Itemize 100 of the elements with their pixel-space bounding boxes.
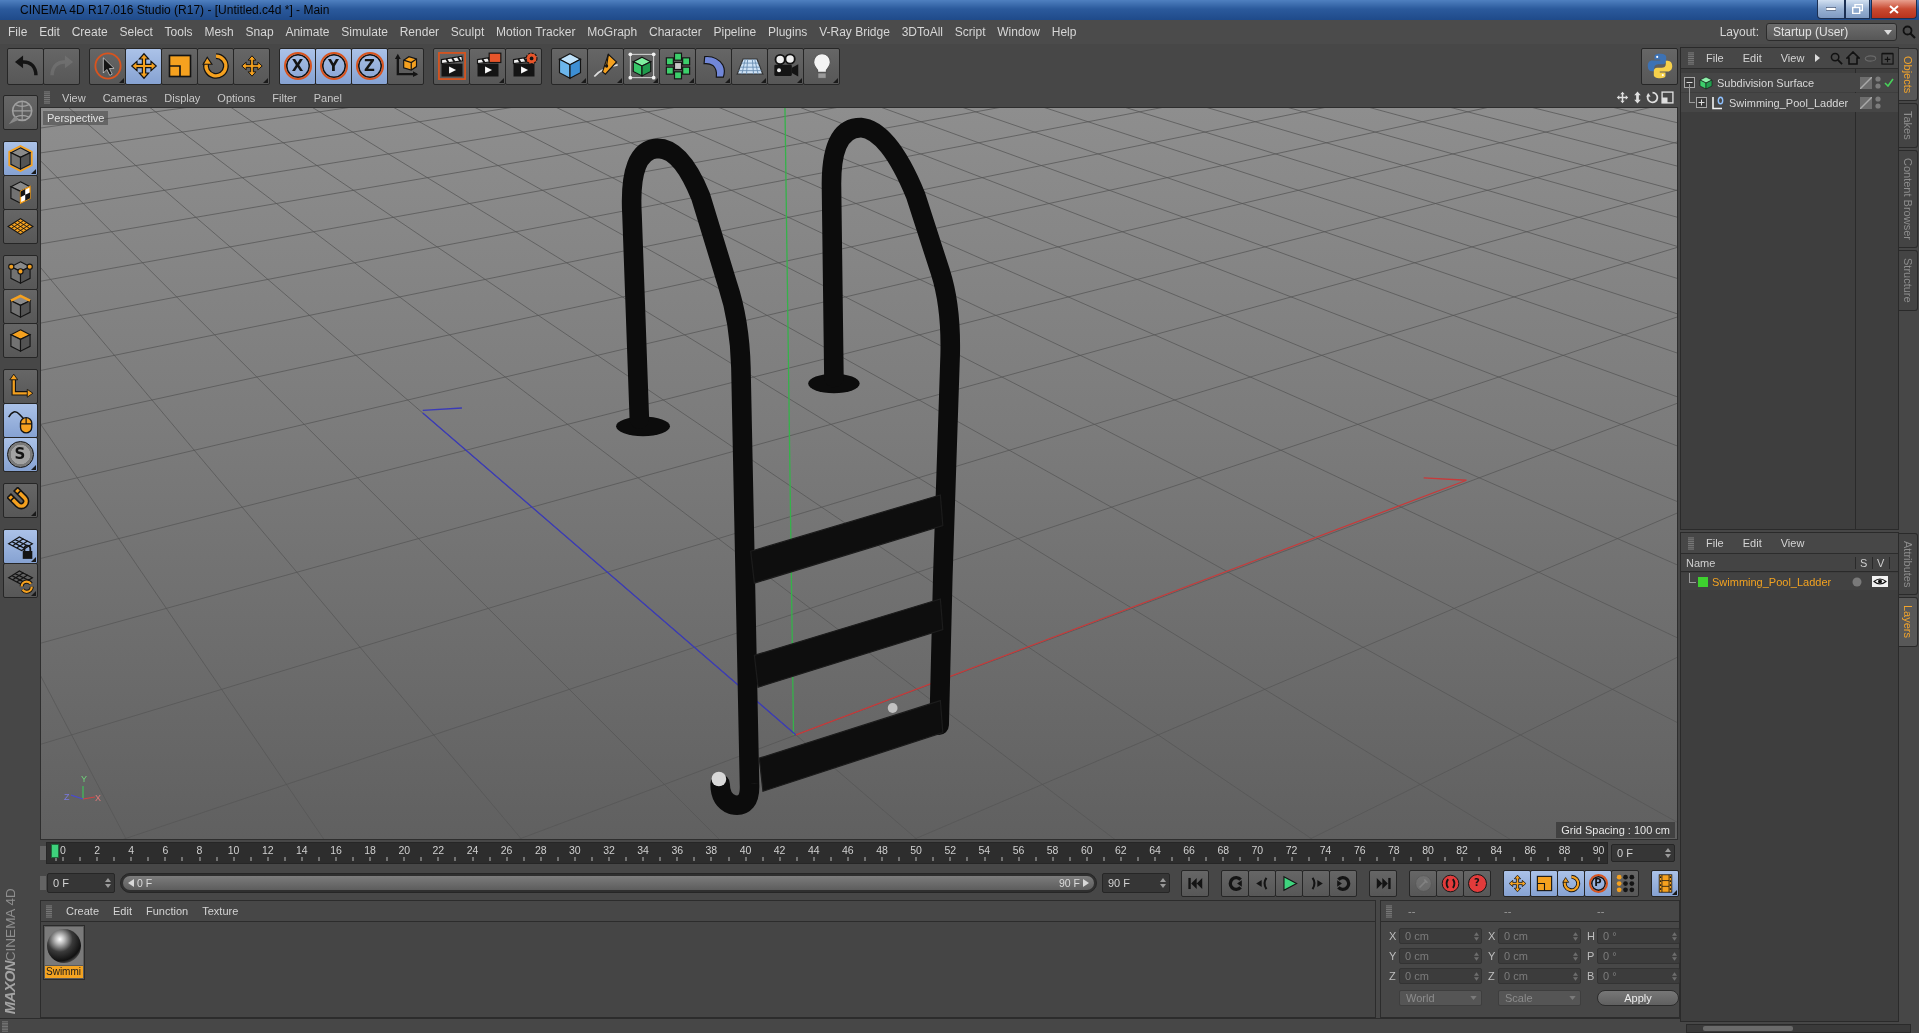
side-tab[interactable]: Layers xyxy=(1899,597,1918,647)
scrollbar-thumb[interactable] xyxy=(1703,1026,1793,1031)
coordinate-system-button[interactable] xyxy=(387,47,424,85)
view-menu-item[interactable]: View xyxy=(62,91,86,104)
view-menu-item[interactable]: Display xyxy=(164,91,201,104)
close-button[interactable] xyxy=(1871,0,1917,19)
grip-icon[interactable] xyxy=(1688,536,1694,550)
menu-item[interactable]: Script xyxy=(954,25,986,39)
render-picture-button[interactable] xyxy=(469,47,506,85)
subdivision-object-button[interactable] xyxy=(623,47,660,85)
menu-item[interactable]: Function xyxy=(146,905,189,917)
menu-item[interactable]: Motion Tracker xyxy=(496,25,576,39)
polygons-mode-button[interactable] xyxy=(2,323,38,358)
grid-rotate-button[interactable] xyxy=(2,563,38,598)
start-frame-field[interactable]: 0 F xyxy=(47,873,115,893)
view-menu-item[interactable]: Options xyxy=(217,91,256,104)
menu-item[interactable]: Tools xyxy=(164,25,193,39)
menu-item[interactable]: Window xyxy=(997,25,1040,39)
menu-item[interactable]: Texture xyxy=(202,905,239,917)
light-object-button[interactable] xyxy=(803,47,840,85)
layout-dropdown[interactable]: Startup (User) xyxy=(1766,23,1897,41)
menu-item[interactable]: File xyxy=(1706,52,1724,64)
menu-item[interactable]: Select xyxy=(119,25,153,39)
pan-arrows-icon[interactable] xyxy=(1616,91,1629,104)
viewport-canvas[interactable]: Perspective Grid Spacing : 100 cm Y Z X xyxy=(40,107,1678,840)
texture-mode-button[interactable] xyxy=(2,175,38,210)
menu-item[interactable]: View xyxy=(1780,52,1805,64)
side-tab[interactable]: Objects xyxy=(1899,48,1918,102)
rotate-tool-button[interactable] xyxy=(197,47,234,85)
menu-item[interactable]: Render xyxy=(399,25,440,39)
grip-icon[interactable] xyxy=(40,846,46,860)
expand-box-icon[interactable] xyxy=(1696,97,1707,108)
menu-item[interactable]: File xyxy=(1706,537,1724,549)
play-button[interactable] xyxy=(1275,869,1303,897)
grip-icon[interactable] xyxy=(1386,904,1392,918)
deformer-object-button[interactable] xyxy=(695,47,732,85)
pen-tool-button[interactable] xyxy=(587,47,624,85)
rotation-key-button[interactable] xyxy=(1557,869,1585,897)
cube-object-button[interactable] xyxy=(551,47,588,85)
menu-item[interactable]: Plugins xyxy=(768,25,808,39)
menu-item[interactable]: Sculpt xyxy=(450,25,485,39)
object-row[interactable]: Subdivision Surface xyxy=(1681,73,1898,92)
menu-item[interactable]: 3DToAll xyxy=(901,25,943,39)
autokey-button[interactable] xyxy=(1436,869,1464,897)
python-script-button[interactable] xyxy=(1641,47,1678,85)
check-icon[interactable] xyxy=(1884,78,1894,87)
snap-button[interactable]: S xyxy=(2,437,38,472)
points-mode-button[interactable] xyxy=(2,255,38,290)
grip-icon[interactable] xyxy=(40,876,46,890)
grip-icon[interactable] xyxy=(46,904,52,918)
menu-item[interactable]: Snap xyxy=(245,25,274,39)
scale-key-button[interactable] xyxy=(1530,869,1558,897)
camera-object-button[interactable] xyxy=(767,47,804,85)
axis-lock-button[interactable]: Y xyxy=(315,47,352,85)
key-selection-button[interactable]: ? xyxy=(1463,869,1491,897)
menu-item[interactable]: MoGraph xyxy=(587,25,638,39)
menu-item[interactable]: Edit xyxy=(1742,52,1762,64)
triangle-icon[interactable] xyxy=(1815,54,1821,62)
collapse-box-icon[interactable] xyxy=(1684,77,1695,88)
model-mode-button[interactable] xyxy=(2,141,38,176)
grip-icon[interactable] xyxy=(2,1020,8,1032)
render-view-button[interactable] xyxy=(433,47,470,85)
current-frame-field[interactable]: 0 F xyxy=(1611,844,1675,862)
grip-icon[interactable] xyxy=(1688,51,1694,65)
orbit-icon[interactable] xyxy=(1646,91,1659,104)
workplane-mode-button[interactable] xyxy=(2,209,38,244)
position-key-button[interactable] xyxy=(1503,869,1531,897)
maximize-view-icon[interactable] xyxy=(1661,91,1674,104)
menu-item[interactable]: Mesh xyxy=(204,25,234,39)
restore-button[interactable] xyxy=(1845,0,1870,19)
menu-item[interactable]: Pipeline xyxy=(713,25,757,39)
tweak-mode-button[interactable] xyxy=(2,403,38,438)
next-key-button[interactable] xyxy=(1329,869,1357,897)
first-frame-button[interactable] xyxy=(1181,869,1209,897)
horizontal-scrollbar[interactable] xyxy=(1686,1024,1911,1033)
menu-item[interactable]: Simulate xyxy=(341,25,388,39)
floor-object-button[interactable] xyxy=(731,47,768,85)
cloner-object-button[interactable] xyxy=(659,47,696,85)
menu-item[interactable]: Edit xyxy=(39,25,60,39)
menu-item[interactable]: Edit xyxy=(1742,537,1762,549)
grip-icon[interactable] xyxy=(44,91,50,104)
axis-lock-button[interactable]: Z xyxy=(351,47,388,85)
scale-tool-button[interactable] xyxy=(161,47,198,85)
menu-item[interactable]: Create xyxy=(71,25,108,39)
menu-item[interactable]: Character xyxy=(649,25,702,39)
menu-item[interactable]: View xyxy=(1780,537,1805,549)
axis-mode-button[interactable] xyxy=(2,369,38,404)
magnet-tool-button[interactable] xyxy=(2,483,38,518)
render-settings-button[interactable] xyxy=(505,47,542,85)
view-menu-item[interactable]: Filter xyxy=(272,91,297,104)
menu-item[interactable]: Edit xyxy=(113,905,132,917)
edges-mode-button[interactable] xyxy=(2,289,38,324)
menu-item[interactable]: V-Ray Bridge xyxy=(819,25,890,39)
view-menu-item[interactable]: Panel xyxy=(313,91,342,104)
end-frame-field[interactable]: 90 F xyxy=(1102,873,1170,893)
menu-item[interactable]: File xyxy=(8,25,28,39)
make-editable-button[interactable] xyxy=(2,95,38,130)
move-tool-button[interactable] xyxy=(125,47,162,85)
minimize-button[interactable] xyxy=(1817,0,1845,19)
point-level-key-button[interactable] xyxy=(1611,869,1639,897)
